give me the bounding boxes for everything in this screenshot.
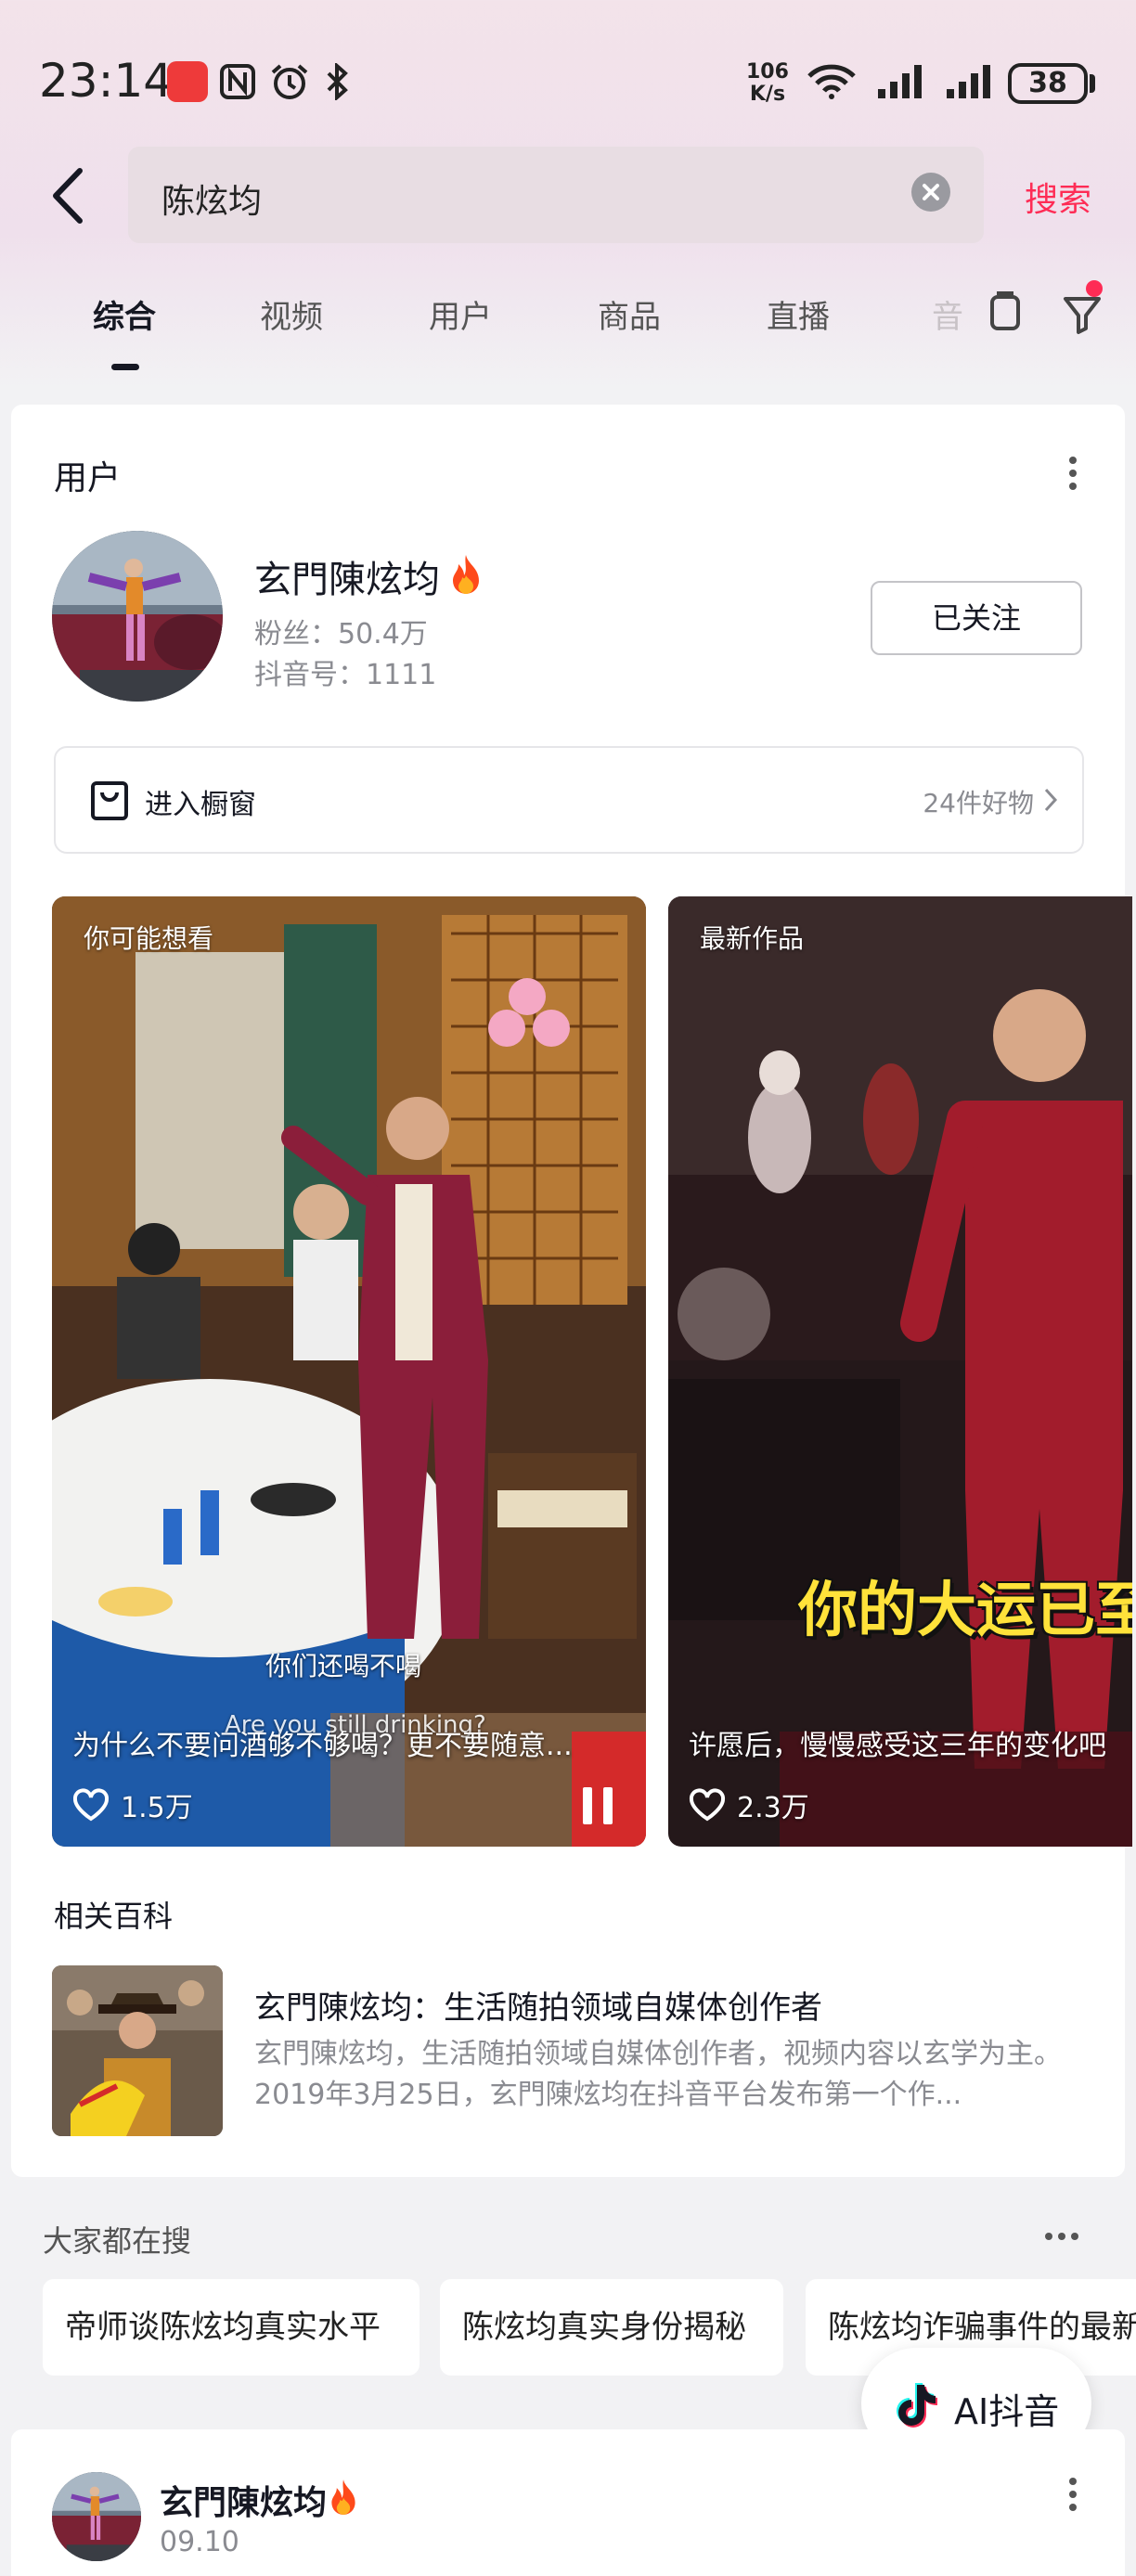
heart-icon: [72, 1788, 110, 1822]
battery-indicator: 38: [1008, 63, 1088, 104]
fire-icon: [331, 2479, 355, 2515]
signal-icon: [878, 65, 922, 98]
tab-general[interactable]: 综合: [93, 291, 156, 337]
tab-users[interactable]: 用户: [429, 291, 492, 337]
bluetooth-icon: [327, 63, 348, 100]
video-subtitle: 你们还喝不喝: [265, 1651, 422, 1681]
tab-live[interactable]: 直播: [767, 291, 830, 337]
tablet-icon[interactable]: [988, 290, 1023, 336]
video-thumbnail: [52, 896, 646, 1847]
status-bar: 23:14 106 K/s 38: [0, 0, 1136, 139]
alarm-icon: [271, 64, 308, 99]
wifi-icon: [807, 64, 856, 99]
hot-search-chip[interactable]: 帝师谈陈炫均真实水平: [43, 2279, 420, 2376]
pause-icon[interactable]: [570, 1778, 626, 1834]
post-more-options-icon[interactable]: [1062, 2474, 1084, 2515]
video-card-latest[interactable]: 最新作品 你的大运已至 许愿后，慢慢感受这三年的变化吧 2.3万: [668, 896, 1132, 1847]
wiki-entry-description: 玄門陳炫均，生活随拍领域自媒体创作者，视频内容以玄学为主。2019年3月25日，…: [254, 2038, 1062, 2111]
active-tab-indicator: [111, 364, 139, 370]
post-author-avatar[interactable]: [52, 2472, 141, 2561]
wiki-thumbnail[interactable]: [52, 1965, 223, 2136]
wiki-section-title: 相关百科: [54, 1899, 174, 1934]
signal-icon-2: [947, 65, 990, 98]
shop-window-row[interactable]: 进入橱窗 24件好物: [54, 746, 1084, 854]
ai-douyin-label: AI抖音: [954, 2391, 1060, 2432]
search-tabs: 综合 视频 用户 商品 直播 音: [0, 288, 1136, 371]
video-tag: 你可能想看: [84, 923, 214, 954]
video-like-count-2[interactable]: 2.3万: [689, 1785, 809, 1824]
video-overlay-text: 你的大运已至: [798, 1577, 1132, 1645]
tab-music[interactable]: 音: [932, 291, 963, 337]
huawei-app-icon: [167, 61, 208, 102]
hot-search-chip[interactable]: 陈炫均真实身份揭秘: [440, 2279, 783, 2376]
search-submit-button[interactable]: 搜索: [1025, 173, 1091, 221]
user-name[interactable]: 玄門陳炫均: [254, 549, 440, 603]
tab-video[interactable]: 视频: [260, 291, 323, 337]
clear-search-icon[interactable]: [911, 173, 950, 212]
status-time: 23:14: [39, 54, 174, 108]
followed-button[interactable]: 已关注: [871, 581, 1082, 655]
douyin-logo-icon: [897, 2383, 937, 2428]
battery-tip: [1090, 74, 1095, 93]
more-options-icon-hot[interactable]: [1043, 2231, 1080, 2242]
video-like-count[interactable]: 1.5万: [72, 1785, 193, 1824]
video-card-recommended[interactable]: 你可能想看 你们还喝不喝 Are you still drinking? 为什么…: [52, 896, 646, 1847]
nfc-icon: [220, 64, 255, 99]
user-douyin-id: 抖音号：1111: [254, 659, 437, 691]
video-caption: 为什么不要问酒够不够喝？更不要随意...: [72, 1730, 573, 1762]
wiki-entry-title[interactable]: 玄門陳炫均：生活随拍领域自媒体创作者: [254, 1982, 822, 2028]
fire-icon: [453, 555, 479, 594]
search-query: 陈炫均: [161, 183, 263, 221]
tab-goods[interactable]: 商品: [598, 291, 661, 337]
video-thumbnail-2: [668, 896, 1132, 1847]
filter-notification-dot: [1086, 280, 1103, 297]
post-author-name[interactable]: 玄門陳炫均: [160, 2476, 327, 2524]
user-section-title: 用户: [54, 459, 122, 497]
search-input[interactable]: 陈炫均: [128, 147, 984, 243]
back-arrow-icon[interactable]: [46, 165, 93, 226]
shop-item-count: 24件好物: [923, 788, 1034, 818]
video-tag-2: 最新作品: [700, 923, 805, 954]
shopping-bag-icon: [91, 781, 128, 820]
network-speed: 106 K/s: [746, 60, 789, 106]
user-avatar[interactable]: [52, 531, 223, 702]
heart-icon: [689, 1788, 726, 1822]
post-date: 09.10: [160, 2526, 239, 2558]
user-fans-count: 粉丝：50.4万: [254, 618, 428, 650]
video-caption-2: 许愿后，慢慢感受这三年的变化吧: [689, 1730, 1106, 1762]
chevron-right-icon: [1044, 788, 1058, 812]
hot-search-title: 大家都在搜: [43, 2223, 192, 2259]
shop-window-label: 进入橱窗: [145, 789, 256, 821]
more-options-icon[interactable]: [1062, 453, 1084, 494]
